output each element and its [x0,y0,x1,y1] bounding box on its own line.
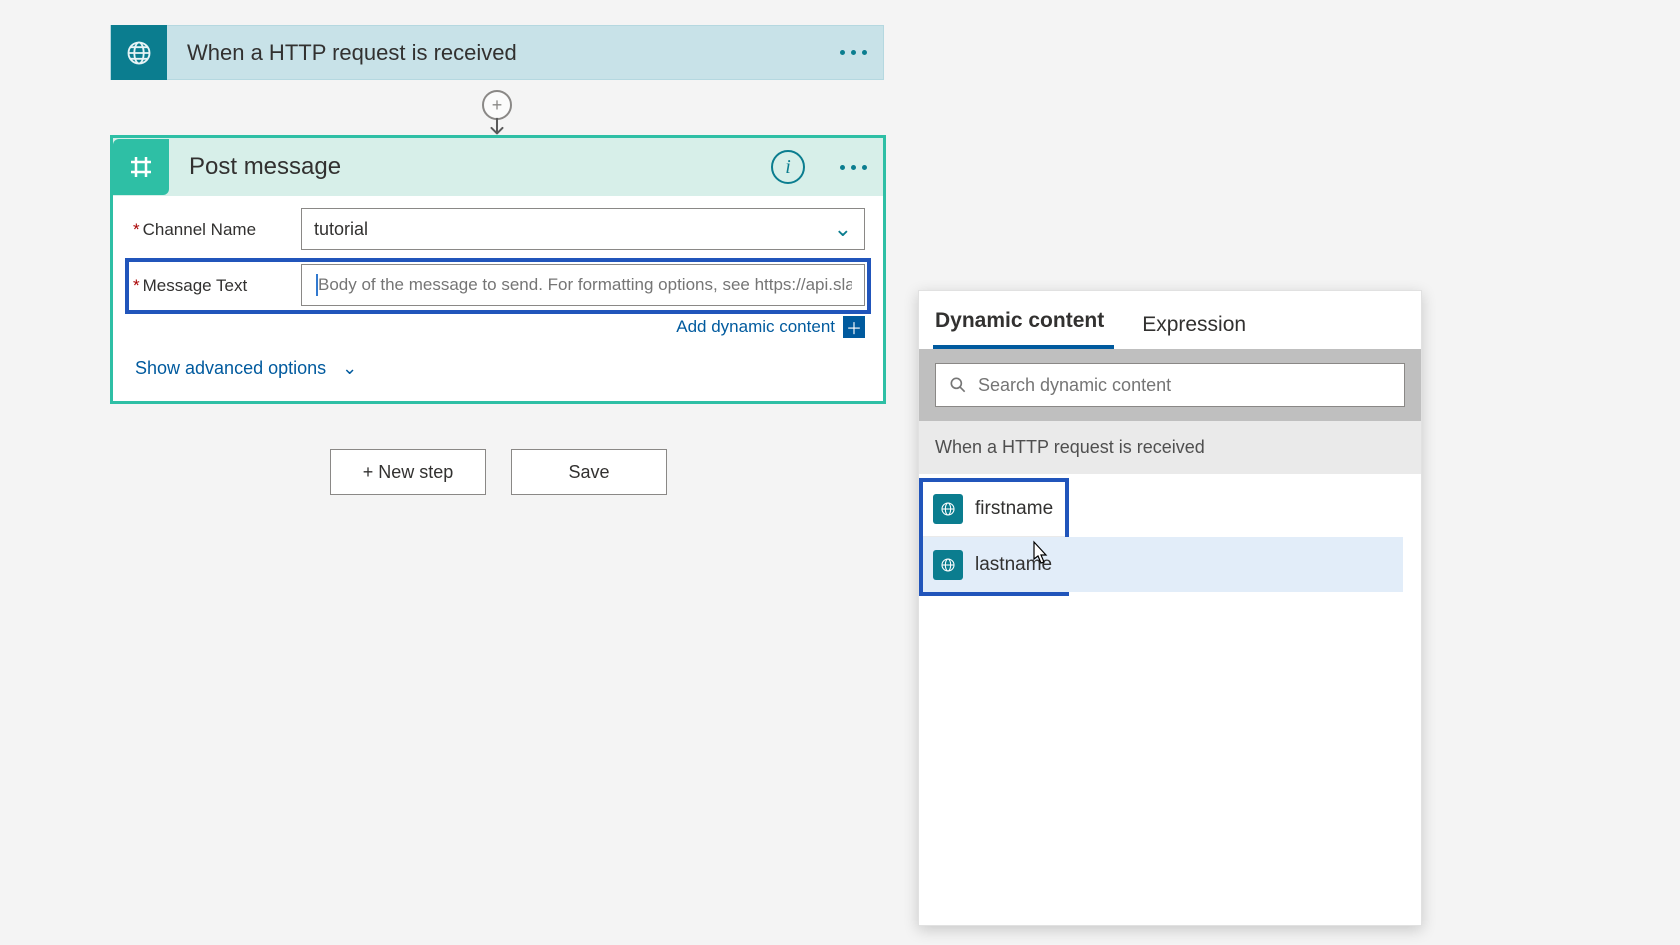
dynamic-item-lastname[interactable]: lastname [923,537,1403,592]
message-row-highlight: *Message Text [125,258,871,314]
slack-icon [113,139,169,195]
dynamic-items-highlight: firstname lastname [919,478,1069,596]
action-card: Post message i *Channel Name tutorial ⌄ … [110,135,886,404]
new-step-button[interactable]: + New step [330,449,486,495]
save-button[interactable]: Save [511,449,667,495]
text-caret [316,274,318,296]
dynamic-item-label: firstname [975,498,1053,520]
dynamic-panel-tabs: Dynamic content Expression [919,291,1421,349]
chevron-down-icon: ⌄ [342,358,357,379]
search-icon [948,375,968,395]
add-dynamic-content-row: Add dynamic content ＋ [131,316,865,338]
tab-dynamic-content[interactable]: Dynamic content [933,297,1114,349]
flow-connector: + [472,80,522,135]
message-label: *Message Text [131,264,301,308]
add-dynamic-content-button[interactable]: ＋ [843,316,865,338]
dynamic-content-panel: Dynamic content Expression When a HTTP r… [918,290,1422,926]
channel-label: *Channel Name [131,208,301,252]
advanced-options-label: Show advanced options [135,358,326,379]
action-body: *Channel Name tutorial ⌄ *Message Text A… [113,196,883,401]
ellipsis-icon [840,165,867,170]
channel-row: *Channel Name tutorial ⌄ [131,208,865,252]
channel-label-text: Channel Name [143,220,256,240]
info-icon[interactable]: i [771,150,805,184]
trigger-menu-button[interactable] [823,26,883,79]
action-menu-button[interactable] [823,138,883,196]
message-text-field[interactable] [314,275,852,295]
chevron-down-icon: ⌄ [834,216,852,242]
ellipsis-icon [840,50,867,55]
tab-expression[interactable]: Expression [1140,301,1256,349]
footer-buttons: + New step Save [330,449,667,495]
channel-value: tutorial [314,219,834,240]
message-label-text: Message Text [143,276,248,296]
trigger-card[interactable]: When a HTTP request is received [110,25,884,80]
dynamic-item-label: lastname [975,554,1052,576]
dynamic-search-input[interactable] [978,375,1392,396]
action-title: Post message [169,153,771,181]
show-advanced-options[interactable]: Show advanced options ⌄ [131,352,865,381]
message-text-input[interactable] [301,264,865,306]
dynamic-group-header: When a HTTP request is received [919,421,1421,474]
channel-dropdown[interactable]: tutorial ⌄ [301,208,865,250]
dynamic-search-band [919,349,1421,421]
trigger-title: When a HTTP request is received [167,40,823,66]
dynamic-search-box[interactable] [935,363,1405,407]
http-icon [933,550,963,580]
message-row: *Message Text [131,264,865,308]
add-dynamic-content-link[interactable]: Add dynamic content [676,317,835,337]
action-header[interactable]: Post message i [113,138,883,196]
dynamic-item-firstname[interactable]: firstname [923,482,1065,537]
http-trigger-icon [111,25,167,80]
http-icon [933,494,963,524]
